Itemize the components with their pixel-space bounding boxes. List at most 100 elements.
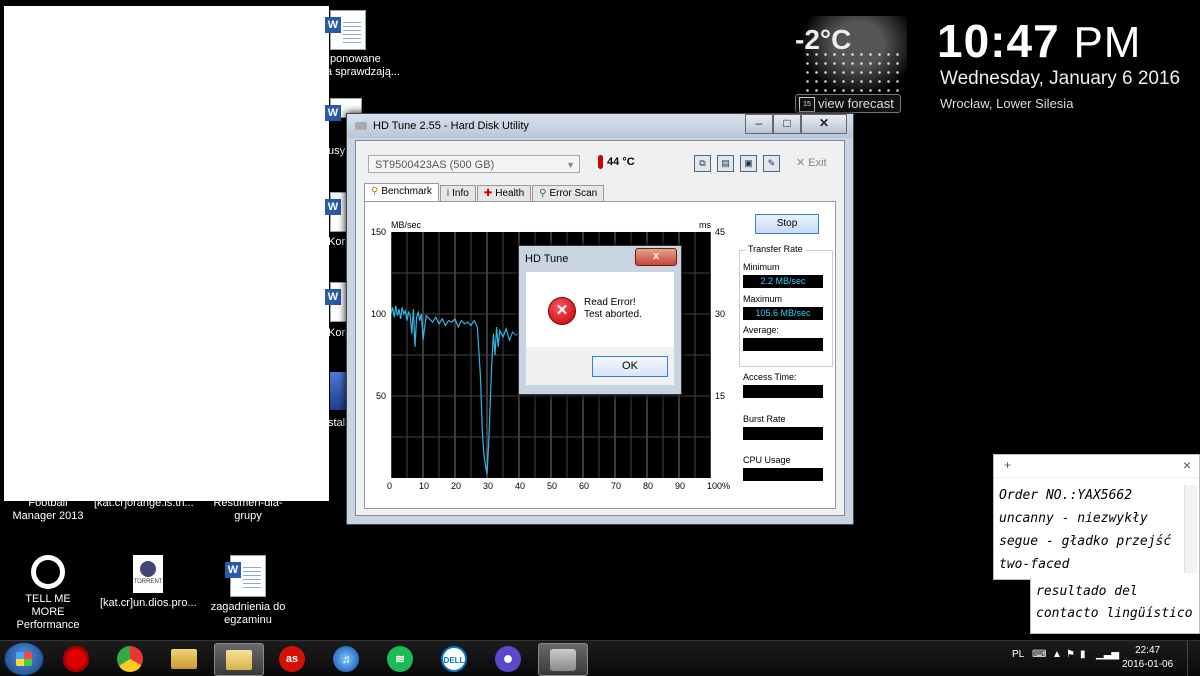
stop-button[interactable]: Stop: [755, 214, 819, 234]
error-dialog[interactable]: HD Tune x ✕ Read Error! Test aborted. OK: [518, 245, 682, 395]
exit-button[interactable]: ✕ Exit: [796, 156, 827, 169]
options-button[interactable]: ✎: [763, 155, 780, 172]
minimum-label: Minimum: [743, 262, 780, 272]
tray-expand-icon[interactable]: ▲: [1052, 649, 1062, 660]
clock-time: 10:47 PM: [937, 14, 1141, 68]
sticky-note-back[interactable]: resultado del contacto lingüístico: [1030, 578, 1200, 634]
desktop-icon-doc-1[interactable]: W: [325, 10, 366, 50]
magnifier-icon: ⚲: [539, 188, 547, 199]
drive-select-value: ST9500423AS (500 GB): [375, 159, 495, 171]
y-tick: 50: [376, 391, 387, 401]
copy-info-button[interactable]: ⧉: [694, 155, 711, 172]
redacted-area: [4, 6, 329, 501]
partial-label-2: a sprawdzają...: [326, 66, 400, 78]
drive-select[interactable]: ST9500423AS (500 GB) ▼: [368, 155, 580, 173]
x-tick: 60: [579, 481, 590, 491]
minimize-button[interactable]: –: [745, 114, 773, 134]
network-signal-icon[interactable]: ▁▃▅: [1096, 649, 1119, 660]
show-desktop-button[interactable]: [1187, 641, 1200, 676]
taskbar-spotify[interactable]: ≋: [376, 643, 424, 674]
desktop-icon-orange-torrent[interactable]: [kat.cr]orange.is.th...: [94, 497, 194, 510]
close-note-button[interactable]: ×: [1183, 457, 1191, 473]
installer-icon[interactable]: [330, 372, 346, 410]
taskbar-hdtune[interactable]: [538, 643, 588, 676]
opera-icon: [63, 645, 89, 672]
taskbar-media[interactable]: [484, 643, 532, 674]
x-tick: 80: [643, 481, 654, 491]
info-icon: i: [446, 188, 450, 199]
close-button[interactable]: ✕: [801, 114, 847, 134]
clock-hours: 10:47: [937, 15, 1060, 67]
tab-label: Health: [495, 188, 525, 199]
action-center-icon[interactable]: ⚑: [1066, 649, 1075, 660]
taskbar-dell[interactable]: DELL: [430, 643, 478, 674]
chrome-icon: [117, 645, 143, 672]
weather-widget[interactable]: -2°C 15 view forecast: [795, 10, 915, 118]
view-forecast-button[interactable]: 15 view forecast: [795, 94, 901, 113]
desktop-icon-label: zagadnienia do egzaminu: [210, 601, 286, 626]
desktop-icon-label: Resumen-dla-grupy: [213, 497, 283, 522]
y2-axis-label: ms: [699, 220, 711, 230]
add-note-button[interactable]: +: [1004, 458, 1011, 472]
desktop-icon-zagadnienia[interactable]: W zagadnienia do egzaminu: [200, 555, 296, 627]
keyboard-icon[interactable]: ⌨: [1032, 649, 1046, 660]
dell-icon: DELL: [441, 645, 467, 672]
dialog-footer: OK: [526, 347, 674, 385]
spotify-icon: ≋: [387, 645, 413, 672]
desktop-icon-tell-me-more[interactable]: TELL ME MORE Performance: [0, 555, 96, 632]
copy-screenshot-button[interactable]: ▤: [717, 155, 734, 172]
hdtune-titlebar[interactable]: HD Tune 2.55 - Hard Disk Utility – □ ✕: [347, 114, 853, 138]
desktop-icon-un-dios-torrent[interactable]: TORRENT [kat.cr]un.dios.pro...: [100, 555, 197, 610]
exit-label: Exit: [808, 157, 827, 169]
weather-temperature: -2°C: [795, 24, 852, 55]
taskbar-chrome[interactable]: [106, 643, 154, 674]
tab-label: Benchmark: [381, 186, 432, 197]
partial-label-1: ponowane: [330, 53, 381, 65]
x-tick: 70: [611, 481, 622, 491]
forecast-label: view forecast: [818, 96, 894, 111]
partial-label-3: usy: [328, 145, 346, 157]
minimum-value: 2.2 MB/sec: [743, 275, 823, 288]
health-cross-icon: ✚: [483, 188, 493, 199]
save-button[interactable]: ▣: [740, 155, 757, 172]
x-tick: 30: [483, 481, 494, 491]
taskbar-folder[interactable]: [214, 643, 264, 676]
dialog-close-button[interactable]: x: [635, 248, 677, 266]
y-tick: 100: [371, 309, 387, 319]
x-tick: 0: [387, 481, 393, 491]
desktop-icon-resumen[interactable]: Resumen-dla-grupy: [200, 497, 296, 523]
language-indicator[interactable]: PL: [1012, 649, 1024, 660]
torrent-file-icon: TORRENT: [133, 555, 163, 593]
x-tick: 10: [419, 481, 430, 491]
windows-logo-icon: [16, 652, 32, 666]
dialog-title: HD Tune: [525, 253, 569, 265]
x-tick: 50: [547, 481, 558, 491]
average-value: [743, 338, 823, 351]
desktop-icon-label: Football Manager 2013: [12, 497, 84, 522]
tab-benchmark[interactable]: ⚲ Benchmark: [364, 183, 439, 203]
maximum-value: 105.6 MB/sec: [743, 307, 823, 320]
benchmark-icon: ⚲: [371, 186, 379, 197]
tab-label: Info: [452, 188, 469, 199]
x-tick: 20: [451, 481, 462, 491]
start-button[interactable]: [4, 642, 44, 676]
desktop-icon-football-manager[interactable]: Football Manager 2013: [0, 497, 96, 523]
taskbar-opera[interactable]: [52, 643, 100, 674]
torrent-tag: TORRENT: [133, 579, 163, 585]
system-clock[interactable]: 22:47 2016-01-06: [1122, 644, 1173, 672]
taskbar-itunes[interactable]: ♫: [322, 643, 370, 674]
maximize-button[interactable]: □: [773, 114, 801, 134]
clock-date: Wednesday, January 6 2016: [940, 68, 1181, 89]
sticky-note[interactable]: + × Order NO.:YAX5662 uncanny - niezwykł…: [993, 454, 1200, 580]
ok-button[interactable]: OK: [592, 356, 668, 377]
chevron-down-icon: ▼: [566, 160, 575, 170]
note-line: uncanny - niezwykły: [999, 511, 1148, 526]
lastfm-icon: as: [279, 645, 305, 672]
system-time: 22:47: [1135, 645, 1161, 656]
taskbar-explorer[interactable]: [160, 643, 208, 674]
note-scrollbar[interactable]: [1184, 485, 1197, 573]
sticky-note-header: + ×: [994, 455, 1199, 478]
battery-icon[interactable]: ▮: [1080, 649, 1086, 660]
folder-icon: [226, 649, 252, 670]
taskbar-lastfm[interactable]: as: [268, 643, 316, 674]
